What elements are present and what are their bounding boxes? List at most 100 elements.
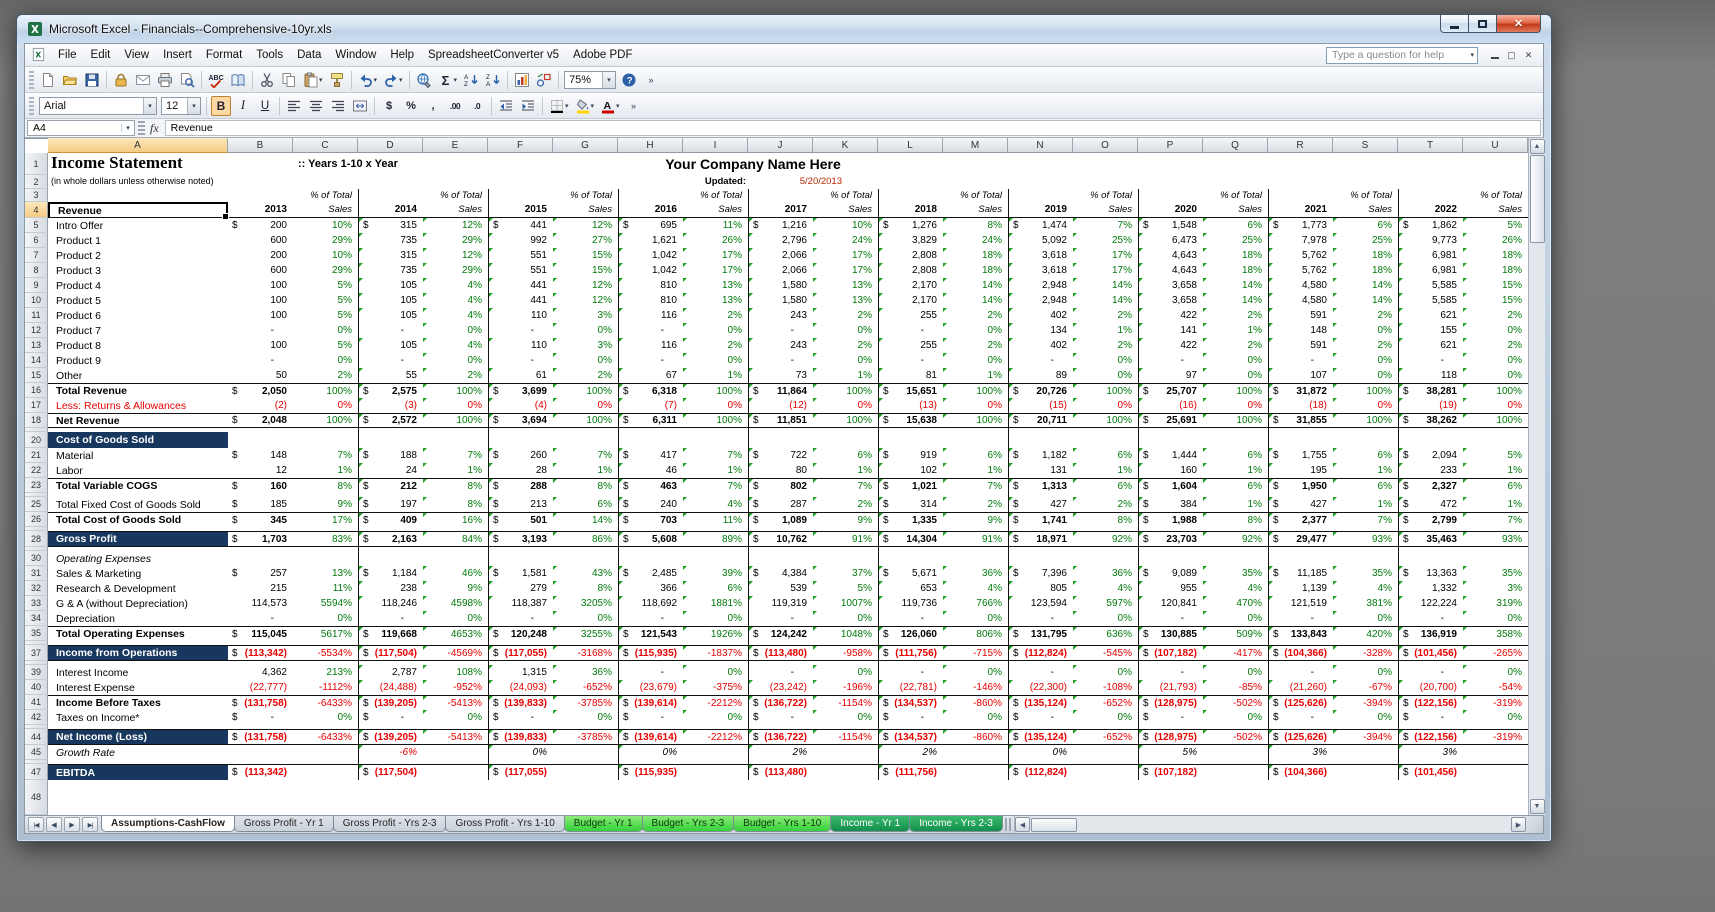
cell-Q30[interactable] [1203,551,1268,566]
scroll-down-button[interactable]: ▼ [1530,799,1545,814]
cell-T22[interactable]: 233 [1398,463,1463,478]
cell-K22[interactable]: 1% [813,463,878,478]
cell-S32[interactable]: 4% [1333,581,1398,596]
cell-I47[interactable] [683,764,748,780]
cell-E15[interactable]: 2% [423,368,488,383]
menu-edit[interactable]: Edit [84,46,118,64]
cell-O17[interactable]: 0% [1073,398,1138,413]
cell-U17[interactable]: 0% [1463,398,1528,413]
row-header-8[interactable]: 8 [25,263,48,278]
cell-G33[interactable]: 3205% [553,596,618,611]
cell-E35[interactable]: 4653% [423,626,488,641]
cell-R5[interactable]: $1,773 [1268,218,1333,233]
cell-A47[interactable]: EBITDA [48,764,228,780]
cell-M5[interactable]: 8% [943,218,1008,233]
cell-B23[interactable]: $160 [228,478,293,493]
cell-H28[interactable]: $5,608 [618,531,683,547]
row-header-18[interactable]: 18 [25,413,48,428]
cell-D13[interactable]: 105 [358,338,423,353]
cell-U6[interactable]: 26% [1463,233,1528,248]
cell-D14[interactable]: - [358,353,423,368]
cell-B45[interactable] [228,745,293,760]
cell-H14[interactable]: - [618,353,683,368]
cell-I9[interactable]: 13% [683,278,748,293]
row-header-26[interactable]: 26 [25,512,48,527]
cell-G17[interactable]: 0% [553,398,618,413]
cell-M32[interactable]: 4% [943,581,1008,596]
cell-C15[interactable]: 2% [293,368,358,383]
cell-A40[interactable]: Interest Expense [48,680,228,695]
scroll-left-button[interactable]: ◀ [1015,817,1030,832]
cell-R26[interactable]: $2,377 [1268,512,1333,527]
cell-O32[interactable]: 4% [1073,581,1138,596]
cell-G26[interactable]: 14% [553,512,618,527]
cell-C41[interactable]: -6433% [293,695,358,710]
tab-income-yrs-2-3[interactable]: Income - Yrs 2-3 [909,816,1003,832]
font-size-combo[interactable]: 12▾ [161,97,201,115]
cell-M12[interactable]: 0% [943,323,1008,338]
cell-L28[interactable]: $14,304 [878,531,943,547]
cell-T11[interactable]: 621 [1398,308,1463,323]
cell-G39[interactable]: 36% [553,665,618,680]
cell-O23[interactable]: 6% [1073,478,1138,493]
tab-budget-yr-1[interactable]: Budget - Yr 1 [564,816,643,832]
column-header-Q[interactable]: Q [1203,138,1268,153]
last-sheet-button[interactable]: ▶| [82,817,98,832]
cell-F42[interactable]: $- [488,710,553,725]
cell-C31[interactable]: 13% [293,566,358,581]
cell-P11[interactable]: 422 [1138,308,1203,323]
cell-J42[interactable]: $- [748,710,813,725]
cell-B39[interactable]: 4,362 [228,665,293,680]
cell-H17[interactable]: (7) [618,398,683,413]
cell-A5[interactable]: Intro Offer [48,218,228,233]
cell-I16[interactable]: 100% [683,383,748,398]
cell-M22[interactable]: 1% [943,463,1008,478]
autosum-button[interactable]: Σ▾ [436,70,460,90]
cell-A42[interactable]: Taxes on Income* [48,710,228,725]
cell-Q15[interactable]: 0% [1203,368,1268,383]
cell-F4[interactable]: 2015 [488,202,553,218]
cell-D40[interactable]: (24,488) [358,680,423,695]
cell-A32[interactable]: Research & Development [48,581,228,596]
cell-A10[interactable]: Product 5 [48,293,228,308]
cell-R21[interactable]: $1,755 [1268,448,1333,463]
cell-P22[interactable]: 160 [1138,463,1203,478]
cell-E44[interactable]: -5413% [423,729,488,745]
cell-M7[interactable]: 18% [943,248,1008,263]
insert-function-icon[interactable]: fx [148,121,165,136]
cell-H12[interactable]: - [618,323,683,338]
cell-T16[interactable]: $38,281 [1398,383,1463,398]
cell-H9[interactable]: 810 [618,278,683,293]
cell-U26[interactable]: 7% [1463,512,1528,527]
cell-A33[interactable]: G & A (without Depreciation) [48,596,228,611]
row-header-37[interactable]: 37 [25,645,48,661]
new-document-button[interactable] [38,70,58,90]
cell-N42[interactable]: $- [1008,710,1073,725]
cell-L39[interactable]: - [878,665,943,680]
cell-S4[interactable]: Sales [1333,202,1398,218]
cell-D31[interactable]: $1,184 [358,566,423,581]
cell-I5[interactable]: 11% [683,218,748,233]
cell-U44[interactable]: -319% [1463,729,1528,745]
cell-U16[interactable]: 100% [1463,383,1528,398]
workbook-restore-button[interactable]: ▢ [1503,48,1520,63]
cell-R9[interactable]: 4,580 [1268,278,1333,293]
cell-K35[interactable]: 1048% [813,626,878,641]
cell-M17[interactable]: 0% [943,398,1008,413]
cell-J34[interactable]: - [748,611,813,626]
cell-J35[interactable]: $124,242 [748,626,813,641]
column-header-M[interactable]: M [943,138,1008,153]
cell-S30[interactable] [1333,551,1398,566]
cell-L17[interactable]: (13) [878,398,943,413]
cell-J44[interactable]: $(136,722) [748,729,813,745]
menu-data[interactable]: Data [290,46,328,64]
cell-I26[interactable]: 11% [683,512,748,527]
cell-N17[interactable]: (15) [1008,398,1073,413]
cell-O21[interactable]: 6% [1073,448,1138,463]
cell-M20[interactable] [943,432,1008,448]
cell-D30[interactable] [358,551,423,566]
cell-F18[interactable]: $3,694 [488,413,553,428]
cell-E4[interactable]: Sales [423,202,488,218]
row-header-6[interactable]: 6 [25,233,48,248]
cell-I4[interactable]: Sales [683,202,748,218]
